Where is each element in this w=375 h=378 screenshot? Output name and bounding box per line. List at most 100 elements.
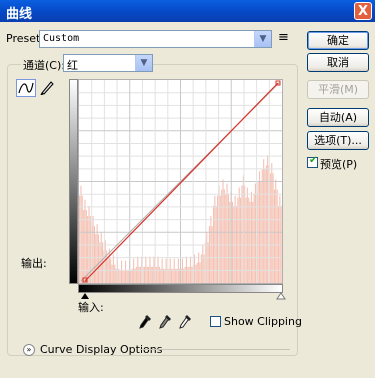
histogram-bar (112, 254, 114, 283)
histogram-bar (138, 266, 140, 283)
show-clipping-label: Show Clipping (224, 315, 302, 328)
expand-chevron-icon[interactable]: » (23, 344, 35, 356)
histogram-bar (272, 173, 274, 283)
histogram-bar (114, 264, 116, 283)
histogram-bar (208, 226, 210, 283)
histogram-bar (263, 159, 265, 283)
histogram-bar (168, 268, 170, 283)
histogram-bar (187, 266, 189, 283)
histogram-bar (261, 169, 263, 283)
histogram-bar (146, 266, 148, 283)
histogram-bar (119, 270, 121, 283)
histogram-bar (252, 201, 254, 283)
histogram-bar (211, 226, 213, 283)
histogram-bar (259, 171, 261, 283)
white-point-slider[interactable] (276, 292, 286, 300)
histogram-bar (93, 226, 95, 283)
histogram-bar (153, 256, 155, 283)
histogram-bar (164, 268, 166, 283)
preset-value: Custom (43, 33, 80, 44)
histogram-bar (250, 191, 252, 283)
histogram-bar (207, 242, 209, 283)
eyedropper-white-icon[interactable] (178, 314, 192, 330)
histogram-bar (267, 155, 269, 283)
channel-select[interactable]: 红 ▼ (63, 54, 153, 72)
input-gradient-bar (78, 284, 283, 293)
histogram-bar (139, 266, 141, 283)
histogram-bar (152, 266, 154, 283)
histogram-bar (160, 268, 162, 283)
output-label: 输出: (21, 257, 47, 270)
histogram-bar (83, 209, 85, 283)
window-title: 曲线 (6, 7, 33, 22)
pencil-tool-button[interactable] (38, 79, 58, 97)
histogram-bar (130, 270, 132, 283)
histogram-bar (127, 270, 129, 283)
histogram-bar (148, 266, 150, 283)
histogram-bar (158, 266, 160, 283)
histogram-bar (115, 268, 117, 283)
histogram-bar (194, 254, 196, 283)
histogram-bar (150, 266, 152, 283)
histogram-bar (118, 268, 120, 283)
preset-menu-icon[interactable]: ≡ (278, 30, 289, 45)
eyedropper-black-icon[interactable] (138, 314, 152, 330)
curve-graph-canvas[interactable] (79, 80, 282, 283)
separator-line (140, 349, 290, 350)
auto-button[interactable]: 自动(A) (307, 108, 369, 127)
histogram-bar (87, 216, 89, 283)
histogram-bar (210, 216, 212, 283)
histogram-bar (137, 256, 139, 283)
histogram-bar (249, 201, 251, 283)
preview-label: 预览(P) (320, 158, 358, 171)
histogram-bar (264, 169, 266, 283)
histogram-bar (273, 189, 275, 283)
histogram-bar (265, 165, 267, 283)
histogram-bar (199, 262, 201, 283)
histogram-bar (231, 201, 233, 283)
cancel-button[interactable]: 取消 (307, 53, 369, 72)
histogram-bar (85, 209, 87, 283)
preset-select[interactable]: Custom ▼ (39, 30, 272, 48)
histogram-bar (221, 189, 223, 283)
histogram-bar (121, 260, 123, 283)
histogram-bar (202, 244, 204, 283)
histogram-bar (241, 185, 243, 283)
histogram-bar (126, 270, 128, 283)
histogram-bar (97, 234, 99, 283)
histogram-bar (238, 187, 240, 283)
channel-value: 红 (67, 59, 78, 72)
checkmark-icon: ✔ (309, 155, 318, 166)
histogram-bar (96, 224, 98, 283)
histogram-bar (184, 266, 186, 283)
histogram-bar (196, 262, 198, 283)
histogram-bar (145, 256, 147, 283)
histogram-bar (175, 268, 177, 283)
show-clipping-checkbox[interactable] (210, 316, 221, 327)
histogram-bar (176, 268, 178, 283)
histogram-bar (80, 185, 82, 283)
ok-button[interactable]: 确定 (307, 31, 369, 50)
histogram-bar (203, 254, 205, 283)
histogram-bar (125, 260, 127, 283)
histogram-bar (144, 266, 146, 283)
histogram-bar (157, 256, 159, 283)
pencil-tool-icon (39, 81, 54, 97)
smooth-button[interactable]: 平滑(M) (307, 80, 369, 99)
histogram-bar (122, 270, 124, 283)
options-button[interactable]: 选项(T)... (307, 131, 369, 150)
histogram-bar (269, 173, 271, 283)
eyedropper-gray-icon[interactable] (158, 314, 172, 330)
histogram-bar (162, 268, 164, 283)
curve-graph[interactable] (78, 79, 283, 284)
curve-tool-icon (18, 82, 34, 94)
histogram-bar (123, 270, 125, 283)
histogram-bar (275, 179, 277, 283)
histogram-bar (188, 266, 190, 283)
close-button[interactable]: X (354, 2, 372, 20)
histogram-bar (254, 183, 256, 283)
channel-label: 通道(C): (21, 57, 67, 73)
preview-checkbox[interactable]: ✔ (307, 155, 318, 168)
curve-tool-button[interactable] (16, 79, 36, 97)
histogram-bar (246, 187, 248, 283)
